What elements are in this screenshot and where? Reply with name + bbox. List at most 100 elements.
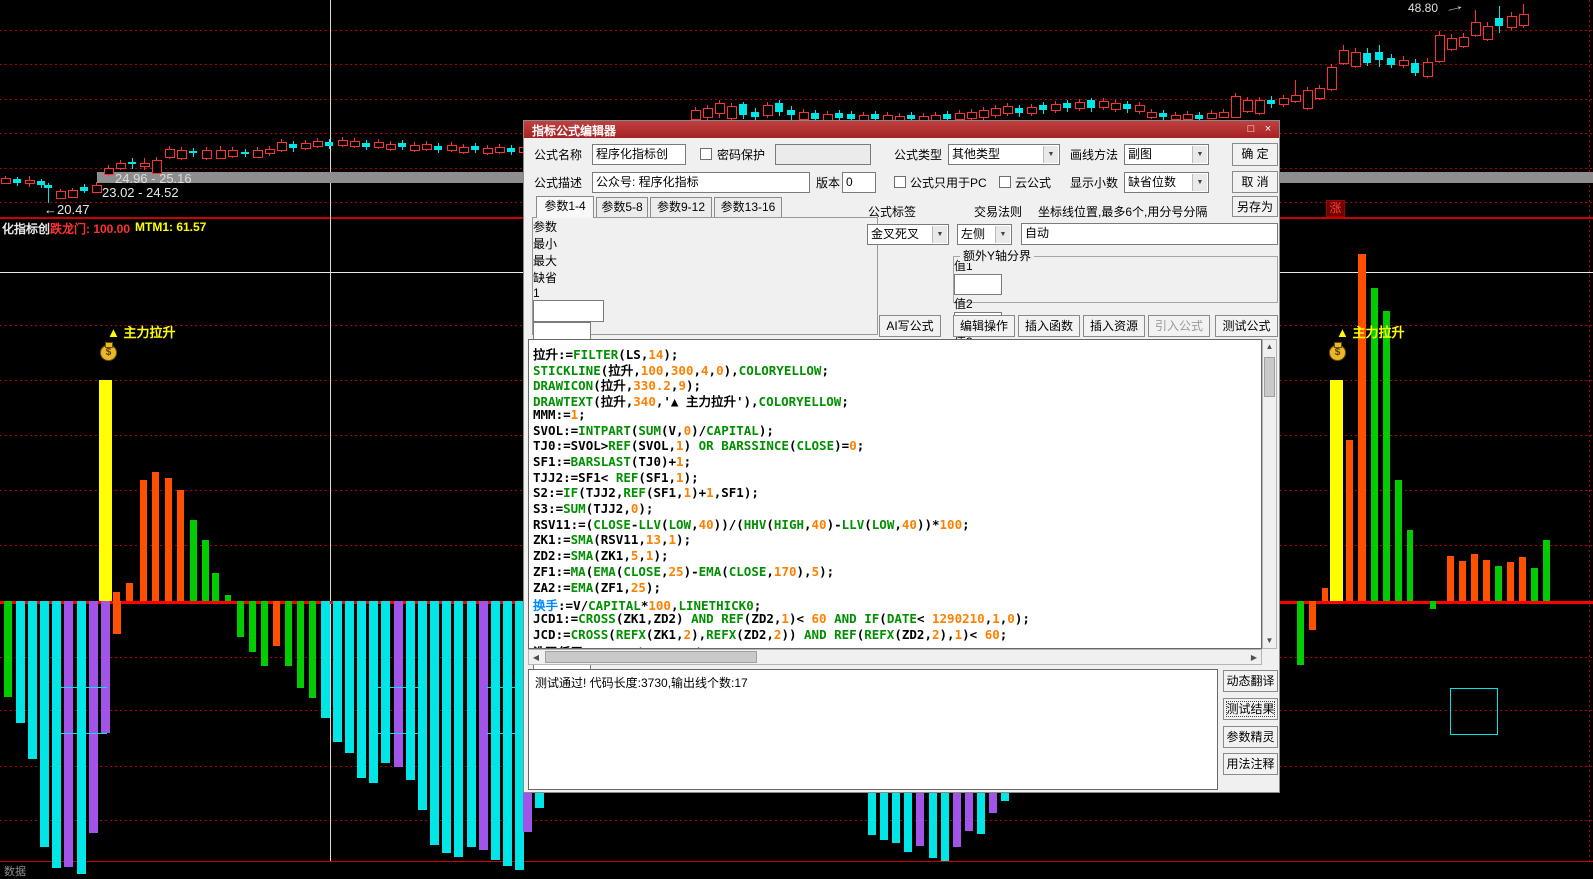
code-hscrollbar[interactable]: ◀ ▶ — [528, 649, 1262, 665]
action-button-插入函数[interactable]: 插入函数 — [1018, 315, 1080, 337]
formula-name-input[interactable]: 程序化指标创 — [592, 144, 686, 165]
draw-method-select[interactable]: 副图 ▼ — [1124, 144, 1209, 165]
code-token: 1 — [706, 485, 714, 500]
chevron-down-icon[interactable]: ▼ — [1043, 146, 1058, 163]
save-as-button[interactable]: 另存为 — [1232, 196, 1278, 217]
code-token: SF1 — [578, 470, 601, 485]
code-token: SF1 — [533, 454, 556, 469]
annotation-arrow-icon: → — [1442, 0, 1467, 16]
chevron-down-icon[interactable]: ▼ — [932, 226, 947, 243]
candle — [289, 144, 297, 148]
histogram-bar — [249, 601, 256, 652]
code-token: ), — [940, 627, 955, 642]
action-button-测试公式[interactable]: 测试公式 — [1215, 315, 1278, 337]
close-icon[interactable]: × — [1260, 122, 1276, 136]
cancel-button[interactable]: 取 消 — [1232, 171, 1278, 193]
maximize-icon[interactable]: □ — [1243, 122, 1259, 136]
code-token: S3 — [533, 501, 548, 516]
code-token: )+ — [661, 454, 676, 469]
low-price-label: ←20.47 — [44, 202, 90, 217]
histogram-bar — [1383, 311, 1390, 601]
code-token: SUM — [563, 501, 586, 516]
histogram-bar — [1483, 560, 1490, 601]
code-token: ); — [759, 423, 774, 438]
param-row-number: 1 — [533, 286, 877, 300]
cloud-formula-checkbox[interactable] — [999, 176, 1011, 188]
chevron-down-icon[interactable]: ▼ — [1192, 174, 1207, 191]
code-vscrollbar[interactable]: ▲ ▼ — [1262, 339, 1277, 649]
vscroll-thumb[interactable] — [1264, 357, 1275, 397]
histogram-bar — [1495, 566, 1502, 601]
scroll-right-icon[interactable]: ▶ — [1247, 650, 1261, 664]
code-line: 洗码低于: EXIST(JCD,MMM),COLORYELLOW,NODRAW; — [533, 642, 854, 649]
candle — [1039, 105, 1047, 110]
code-token: 1 — [955, 627, 963, 642]
param-input[interactable] — [533, 300, 604, 322]
scroll-down-icon[interactable]: ▼ — [1263, 634, 1276, 648]
code-token: ZD2 — [902, 627, 925, 642]
code-token: := — [548, 501, 563, 516]
action-button-编辑操作[interactable]: 编辑操作 — [953, 315, 1015, 337]
tab-参数9-12[interactable]: 参数9-12 — [650, 197, 712, 217]
side-button-动态翻译[interactable]: 动态翻译 — [1223, 670, 1278, 692]
chevron-down-icon[interactable]: ▼ — [995, 226, 1010, 243]
code-token: := — [556, 454, 571, 469]
code-token: CAPITAL — [706, 423, 759, 438]
trade-rule-select[interactable]: 左侧 ▼ — [957, 224, 1012, 245]
code-token: S2 — [533, 485, 548, 500]
param-col-header: 最大 — [533, 252, 877, 269]
code-token: CLOSE — [796, 438, 834, 453]
code-line: S3:=SUM(TJJ2,0); — [533, 501, 653, 516]
formula-code-editor[interactable]: 拉升:=FILTER(LS,14);STICKLINE(拉升,100,300,4… — [528, 339, 1262, 649]
bottom-border-line — [0, 861, 1593, 862]
hscroll-thumb[interactable] — [545, 651, 757, 663]
code-token: 25 — [631, 580, 646, 595]
extra-y-item-input[interactable] — [954, 274, 1002, 295]
histogram-bar — [1519, 557, 1526, 601]
code-token: AND — [691, 611, 714, 626]
chevron-down-icon[interactable]: ▼ — [1192, 146, 1207, 163]
candle — [1087, 100, 1095, 108]
tab-参数5-8[interactable]: 参数5-8 — [596, 197, 648, 217]
money-bag-icon: $ — [100, 345, 117, 361]
pc-only-checkbox[interactable] — [894, 176, 906, 188]
candle — [1063, 103, 1071, 108]
formula-tag-select[interactable]: 金叉死叉 ▼ — [867, 224, 949, 245]
password-protect-checkbox[interactable] — [700, 148, 712, 160]
histogram-bar — [113, 601, 121, 634]
histogram-bar — [1531, 568, 1538, 601]
code-token: IF — [864, 611, 879, 626]
histogram-bar — [89, 601, 98, 833]
action-button-引入公式[interactable]: 引入公式 — [1148, 315, 1210, 337]
formula-desc-input[interactable]: 公众号: 程序化指标 — [592, 172, 810, 193]
action-button-插入资源[interactable]: 插入资源 — [1083, 315, 1145, 337]
scroll-left-icon[interactable]: ◀ — [529, 650, 543, 664]
money-bag-knot — [1334, 342, 1342, 348]
dialog-titlebar[interactable]: 指标公式编辑器 □ × — [524, 121, 1279, 138]
code-token: ); — [819, 564, 834, 579]
ok-button[interactable]: 确 定 — [1232, 143, 1278, 166]
version-input[interactable]: 0 — [842, 172, 876, 193]
code-token: ); — [1015, 611, 1030, 626]
password-protect-label: 密码保护 — [717, 148, 765, 162]
code-token: ) — [676, 611, 691, 626]
side-button-用法注释[interactable]: 用法注释 — [1223, 753, 1278, 775]
scroll-up-icon[interactable]: ▲ — [1263, 340, 1276, 354]
candle — [1495, 18, 1503, 26]
code-token: 40 — [812, 517, 827, 532]
tab-参数13-16[interactable]: 参数13-16 — [714, 197, 782, 217]
coord-line-input[interactable]: 自动 — [1021, 223, 1278, 245]
side-button-参数精灵[interactable]: 参数精灵 — [1223, 726, 1278, 748]
side-button-测试结果[interactable]: 测试结果 — [1223, 698, 1278, 720]
candle — [1507, 16, 1517, 28]
password-input[interactable] — [775, 144, 871, 165]
action-button-AI写公式[interactable]: AI写公式 — [879, 315, 941, 337]
histogram-bar — [225, 595, 231, 601]
decimals-select[interactable]: 缺省位数 ▼ — [1124, 172, 1209, 193]
candle — [1051, 104, 1061, 111]
code-token: IF — [563, 485, 578, 500]
code-token: TJ0 — [638, 454, 661, 469]
tab-参数1-4[interactable]: 参数1-4 — [536, 196, 594, 218]
formula-type-select[interactable]: 其他类型 ▼ — [948, 144, 1060, 165]
param-col-header: 缺省 — [533, 269, 877, 286]
